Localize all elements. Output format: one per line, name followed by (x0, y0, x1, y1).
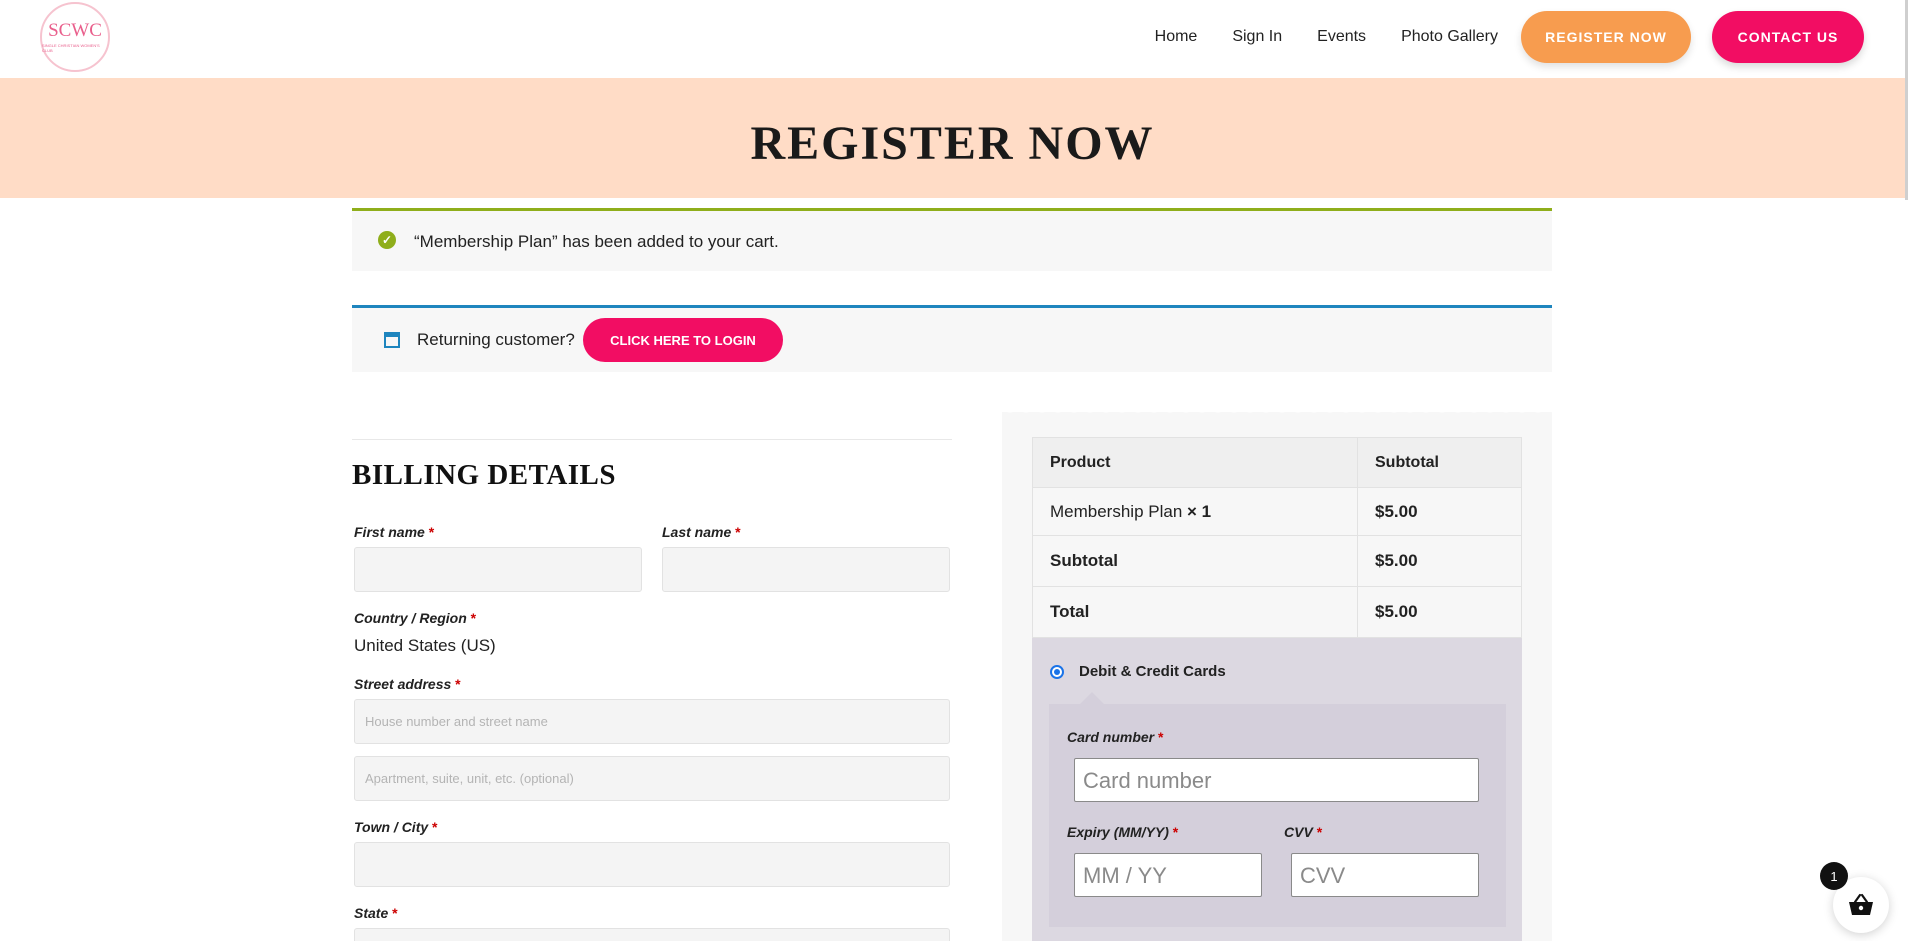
cart-added-notice: ✓ “Membership Plan” has been added to yo… (352, 208, 1552, 271)
required-mark: * (470, 610, 477, 626)
city-label: Town / City * (354, 819, 438, 835)
country-label-text: Country / Region (354, 610, 467, 626)
contact-us-button[interactable]: CONTACT US (1712, 11, 1864, 63)
col-product: Product (1032, 437, 1358, 488)
billing-divider (352, 439, 952, 440)
table-row: Subtotal $5.00 (1032, 535, 1522, 587)
payment-methods: Debit & Credit Cards Card number * Card … (1032, 638, 1522, 941)
nav-events[interactable]: Events (1317, 28, 1366, 46)
logo-subtext: SINGLE CHRISTIAN WOMEN'S CLUB (42, 43, 100, 53)
last-name-input[interactable] (662, 547, 950, 592)
cvv-placeholder: CVV (1300, 863, 1346, 888)
page-hero: REGISTER NOW (0, 78, 1905, 198)
col-subtotal: Subtotal (1357, 437, 1522, 488)
expiry-label: Expiry (MM/YY) * (1067, 824, 1178, 840)
city-label-text: Town / City (354, 819, 429, 835)
table-row: Membership Plan × 1 $5.00 (1032, 487, 1522, 536)
order-review: Product Subtotal Membership Plan × 1 $5.… (1002, 404, 1552, 941)
total-label: Total (1032, 586, 1358, 638)
nav-photo-gallery[interactable]: Photo Gallery (1401, 28, 1498, 46)
first-name-input[interactable] (354, 547, 642, 592)
first-name-label: First name * (354, 524, 434, 540)
required-mark: * (735, 524, 741, 540)
main-nav: Home Sign In Events Photo Gallery (1155, 0, 1498, 74)
expiry-input[interactable]: MM / YY (1074, 853, 1262, 897)
basket-icon (1849, 893, 1873, 915)
order-item-qty: × 1 (1187, 501, 1212, 521)
total-value: $5.00 (1357, 586, 1522, 638)
state-select[interactable] (354, 928, 950, 941)
page-title: REGISTER NOW (750, 116, 1155, 170)
expiry-label-text: Expiry (MM/YY) (1067, 824, 1169, 840)
first-name-label-text: First name (354, 524, 425, 540)
street-address-input[interactable]: House number and street name (354, 699, 950, 744)
logo-text: SCWC (48, 20, 102, 41)
required-mark: * (1158, 729, 1164, 745)
payment-box-arrow (1080, 692, 1104, 704)
street-address-2-input[interactable]: Apartment, suite, unit, etc. (optional) (354, 756, 950, 801)
cart-count-badge: 1 (1820, 862, 1848, 890)
street-address-placeholder: House number and street name (365, 714, 548, 729)
street-address-2-placeholder: Apartment, suite, unit, etc. (optional) (365, 771, 574, 786)
required-mark: * (432, 819, 438, 835)
card-number-input[interactable]: Card number (1074, 758, 1479, 802)
cvv-input[interactable]: CVV (1291, 853, 1479, 897)
required-mark: * (392, 905, 398, 921)
table-row: Total $5.00 (1032, 586, 1522, 638)
state-label: State * (354, 905, 398, 921)
order-table-header: Product Subtotal (1032, 437, 1522, 488)
site-header: SCWC SINGLE CHRISTIAN WOMEN'S CLUB Home … (0, 0, 1908, 78)
last-name-label-text: Last name (662, 524, 732, 540)
country-value: United States (US) (354, 636, 496, 655)
payment-method-label[interactable]: Debit & Credit Cards (1079, 663, 1226, 680)
required-mark: * (428, 524, 435, 540)
radio-dot (1054, 669, 1060, 675)
required-mark: * (455, 676, 461, 692)
required-mark: * (1172, 824, 1179, 840)
login-button[interactable]: CLICK HERE TO LOGIN (583, 318, 783, 362)
subtotal-value: $5.00 (1357, 535, 1522, 587)
card-number-label-text: Card number (1067, 729, 1155, 745)
nav-sign-in[interactable]: Sign In (1232, 28, 1282, 46)
nav-home[interactable]: Home (1155, 28, 1198, 46)
order-scallop-edge (1002, 404, 1552, 420)
register-now-button[interactable]: REGISTER NOW (1521, 11, 1691, 63)
check-circle-icon: ✓ (378, 231, 396, 249)
billing-title: BILLING DETAILS (352, 459, 617, 491)
card-fields-box: Card number * Card number Expiry (MM/YY)… (1049, 704, 1506, 927)
returning-customer-text: Returning customer? (417, 330, 575, 349)
order-item-cell: Membership Plan × 1 (1032, 487, 1358, 536)
street-address-label: Street address * (354, 676, 461, 692)
street-address-label-text: Street address (354, 676, 452, 692)
cvv-label: CVV * (1284, 824, 1322, 840)
card-number-placeholder: Card number (1083, 768, 1212, 793)
city-input[interactable] (354, 842, 950, 887)
payment-radio-cards[interactable] (1050, 665, 1064, 679)
expiry-placeholder: MM / YY (1083, 863, 1167, 888)
order-table: Product Subtotal Membership Plan × 1 $5.… (1032, 437, 1522, 638)
card-number-label: Card number * (1067, 729, 1163, 745)
state-label-text: State (354, 905, 389, 921)
returning-customer-notice: Returning customer? CLICK HERE TO LOGIN (352, 305, 1552, 372)
required-mark: * (1316, 824, 1323, 840)
cart-added-message: “Membership Plan” has been added to your… (414, 232, 779, 251)
site-logo[interactable]: SCWC SINGLE CHRISTIAN WOMEN'S CLUB (40, 2, 110, 72)
window-icon (384, 332, 400, 348)
subtotal-label: Subtotal (1032, 535, 1358, 587)
order-item-name: Membership Plan (1050, 501, 1183, 521)
last-name-label: Last name * (662, 524, 741, 540)
cvv-label-text: CVV (1284, 824, 1313, 840)
order-item-price: $5.00 (1357, 487, 1522, 536)
country-label: Country / Region * (354, 610, 476, 626)
